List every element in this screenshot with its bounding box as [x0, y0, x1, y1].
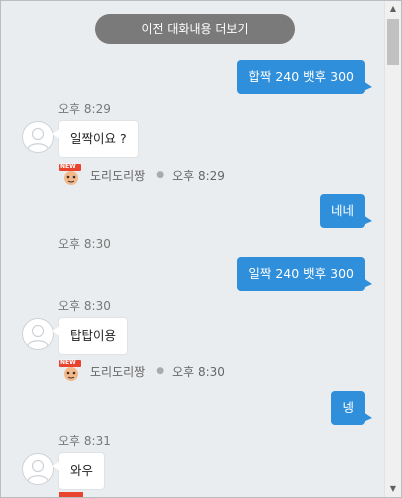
new-badge-text: NEW: [60, 163, 76, 170]
chat-window: 이전 대화내용 더보기 합짝 240 뱃후 300 오후 8:29 일짝이요 ?…: [0, 0, 402, 498]
new-badge-text: NEW: [60, 359, 76, 366]
scroll-down-arrow-icon[interactable]: ▼: [385, 481, 401, 497]
scroll-up-arrow-icon[interactable]: ▲: [385, 1, 401, 17]
outgoing-message[interactable]: 일짝 240 뱃후 300: [237, 257, 372, 291]
sender-time: 오후 8:29: [172, 168, 225, 183]
incoming-message[interactable]: 와우: [51, 452, 106, 490]
sender-info: NEW 도리도리짱 ● 오후 8:29: [59, 163, 225, 186]
sender-info: NEW 도리도리짱 ● 오후 8:30: [59, 359, 225, 382]
sender-time: 오후 8:30: [172, 364, 225, 379]
incoming-message[interactable]: 탑탑이용: [51, 317, 129, 355]
separator-dot: ●: [156, 170, 165, 180]
timestamp: 오후 8:30: [58, 237, 111, 251]
new-badge-emoticon-icon: NEW: [59, 359, 85, 382]
timestamp: 오후 8:31: [58, 434, 111, 448]
sender-name[interactable]: 도리도리짱: [90, 167, 145, 184]
timestamp: 오후 8:30: [58, 299, 111, 313]
load-previous-button[interactable]: 이전 대화내용 더보기: [95, 14, 295, 44]
timestamp: 오후 8:29: [58, 102, 111, 116]
new-badge-emoticon-icon: NEW: [59, 163, 85, 186]
vertical-scrollbar[interactable]: ▲ ▼: [384, 1, 401, 497]
outgoing-message[interactable]: 넹: [331, 391, 372, 425]
new-badge-partial-icon: [59, 492, 83, 497]
outgoing-message[interactable]: 합짝 240 뱃후 300: [237, 60, 372, 94]
separator-dot: ●: [156, 366, 165, 376]
avatar-placeholder-icon[interactable]: [22, 318, 54, 350]
avatar-placeholder-icon[interactable]: [22, 453, 54, 485]
avatar-placeholder-icon[interactable]: [22, 121, 54, 153]
scroll-thumb[interactable]: [387, 19, 399, 65]
sender-name[interactable]: 도리도리짱: [90, 363, 145, 380]
incoming-message[interactable]: 일짝이요 ?: [52, 120, 139, 158]
outgoing-message[interactable]: 네네: [319, 194, 373, 228]
